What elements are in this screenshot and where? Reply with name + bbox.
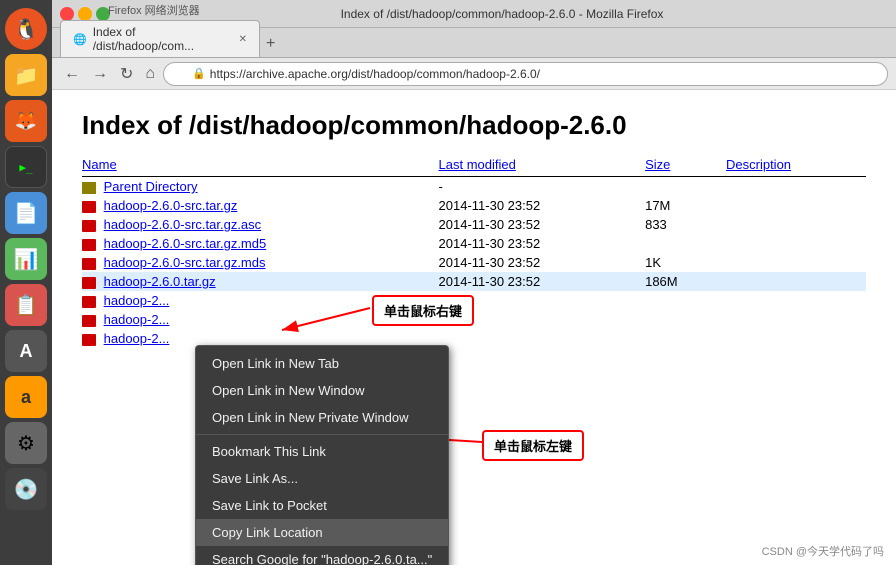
file-icon <box>82 277 96 289</box>
table-row: hadoop-2.6.0-src.tar.gz 2014-11-30 23:52… <box>82 196 866 215</box>
address-bar[interactable]: 🔒 https://archive.apache.org/dist/hadoop… <box>163 62 888 86</box>
annotation-left-click: 单击鼠标左键 <box>482 430 584 461</box>
font-icon[interactable]: A <box>5 330 47 372</box>
folder-icon <box>82 182 96 194</box>
desc-cell <box>726 177 866 197</box>
modified-cell: 2014-11-30 23:52 <box>439 234 646 253</box>
modified-cell: 2014-11-30 23:52 <box>439 253 646 272</box>
table-row: hadoop-2.6.0-src.tar.gz.md5 2014-11-30 2… <box>82 234 866 253</box>
browser-window: Firefox 网络浏览器 Index of /dist/hadoop/comm… <box>52 0 896 565</box>
file-icon <box>82 296 96 308</box>
file-icon <box>82 239 96 251</box>
desc-cell <box>726 329 866 348</box>
size-cell <box>645 329 726 348</box>
address-text: https://archive.apache.org/dist/hadoop/c… <box>210 67 540 81</box>
taskbar: 🐧 📁 🦊 ▶_ 📄 📊 📋 A a ⚙ 💿 <box>0 0 52 565</box>
desc-cell <box>726 196 866 215</box>
col-modified[interactable]: Last modified <box>439 155 646 177</box>
size-cell <box>645 234 726 253</box>
size-cell: 833 <box>645 215 726 234</box>
firefox-icon[interactable]: 🦊 <box>5 100 47 142</box>
context-search-google[interactable]: Search Google for "hadoop-2.6.0.ta..." <box>196 546 448 565</box>
context-separator <box>196 434 448 435</box>
window-controls <box>60 7 110 21</box>
desc-cell <box>726 310 866 329</box>
context-menu: Open Link in New Tab Open Link in New Wi… <box>195 345 449 565</box>
modified-cell: - <box>439 177 646 197</box>
annotation-right-click: 单击鼠标右键 <box>372 295 474 326</box>
terminal-icon[interactable]: ▶_ <box>5 146 47 188</box>
calc-icon[interactable]: 📊 <box>5 238 47 280</box>
desc-cell <box>726 215 866 234</box>
minimize-button[interactable] <box>78 7 92 21</box>
size-cell: 1K <box>645 253 726 272</box>
table-row: Parent Directory - <box>82 177 866 197</box>
table-row: hadoop-2.6.0-src.tar.gz.asc 2014-11-30 2… <box>82 215 866 234</box>
context-save-pocket[interactable]: Save Link to Pocket <box>196 492 448 519</box>
size-cell: 17M <box>645 196 726 215</box>
size-cell <box>645 310 726 329</box>
file-link[interactable]: hadoop-2... <box>104 293 170 308</box>
text-editor-icon[interactable]: 📄 <box>5 192 47 234</box>
file-link[interactable]: hadoop-2.6.0.tar.gz <box>104 274 216 289</box>
file-icon <box>82 220 96 232</box>
amazon-icon[interactable]: a <box>5 376 47 418</box>
page-content: Index of /dist/hadoop/common/hadoop-2.6.… <box>52 90 896 565</box>
file-link[interactable]: hadoop-2... <box>104 331 170 346</box>
desc-cell <box>726 253 866 272</box>
size-cell <box>645 291 726 310</box>
tab-label: Index of /dist/hadoop/com... <box>93 25 233 53</box>
modified-cell <box>439 329 646 348</box>
file-link[interactable]: hadoop-2.6.0-src.tar.gz <box>104 198 238 213</box>
table-row-highlighted: hadoop-2.6.0.tar.gz 2014-11-30 23:52 186… <box>82 272 866 291</box>
nav-bar: ← → ↻ ⌂ 🔒 https://archive.apache.org/dis… <box>52 58 896 90</box>
modified-cell: 2014-11-30 23:52 <box>439 272 646 291</box>
col-size[interactable]: Size <box>645 155 726 177</box>
desc-cell <box>726 234 866 253</box>
modified-cell: 2014-11-30 23:52 <box>439 215 646 234</box>
watermark: CSDN @今天学代码了吗 <box>762 543 884 559</box>
browser-app-label: Firefox 网络浏览器 <box>108 2 200 18</box>
ubuntu-icon[interactable]: 🐧 <box>5 8 47 50</box>
settings-icon[interactable]: ⚙ <box>5 422 47 464</box>
file-icon <box>82 201 96 213</box>
file-icon <box>82 258 96 270</box>
ssl-lock-icon: 🔒 <box>192 67 206 80</box>
page-title: Index of /dist/hadoop/common/hadoop-2.6.… <box>82 110 866 141</box>
context-copy-link[interactable]: Copy Link Location <box>196 519 448 546</box>
context-open-new-window[interactable]: Open Link in New Window <box>196 377 448 404</box>
context-open-new-tab[interactable]: Open Link in New Tab <box>196 350 448 377</box>
home-button[interactable]: ⌂ <box>141 63 159 85</box>
file-link[interactable]: hadoop-2.6.0-src.tar.gz.md5 <box>104 236 267 251</box>
desc-cell <box>726 272 866 291</box>
col-desc[interactable]: Description <box>726 155 866 177</box>
impress-icon[interactable]: 📋 <box>5 284 47 326</box>
desc-cell <box>726 291 866 310</box>
tab-close-button[interactable]: ✕ <box>239 34 247 45</box>
refresh-button[interactable]: ↻ <box>116 62 137 86</box>
file-link[interactable]: hadoop-2.6.0-src.tar.gz.asc <box>104 217 262 232</box>
file-icon <box>82 315 96 327</box>
file-icon <box>82 334 96 346</box>
modified-cell: 2014-11-30 23:52 <box>439 196 646 215</box>
context-save-as[interactable]: Save Link As... <box>196 465 448 492</box>
size-cell <box>645 177 726 197</box>
size-cell: 186M <box>645 272 726 291</box>
context-bookmark[interactable]: Bookmark This Link <box>196 438 448 465</box>
file-link[interactable]: hadoop-2... <box>104 312 170 327</box>
back-button[interactable]: ← <box>60 63 84 85</box>
table-row: hadoop-2.6.0-src.tar.gz.mds 2014-11-30 2… <box>82 253 866 272</box>
browser-tab[interactable]: 🌐 Index of /dist/hadoop/com... ✕ <box>60 20 260 57</box>
col-name[interactable]: Name <box>82 155 439 177</box>
parent-dir-link[interactable]: Parent Directory <box>104 179 198 194</box>
disk-icon[interactable]: 💿 <box>5 468 47 510</box>
files-icon[interactable]: 📁 <box>5 54 47 96</box>
tab-bar: 🌐 Index of /dist/hadoop/com... ✕ + <box>52 28 896 58</box>
window-title: Index of /dist/hadoop/common/hadoop-2.6.… <box>116 7 888 21</box>
forward-button[interactable]: → <box>88 63 112 85</box>
file-link[interactable]: hadoop-2.6.0-src.tar.gz.mds <box>104 255 266 270</box>
new-tab-button[interactable]: + <box>260 35 281 53</box>
context-open-private[interactable]: Open Link in New Private Window <box>196 404 448 431</box>
close-button[interactable] <box>60 7 74 21</box>
